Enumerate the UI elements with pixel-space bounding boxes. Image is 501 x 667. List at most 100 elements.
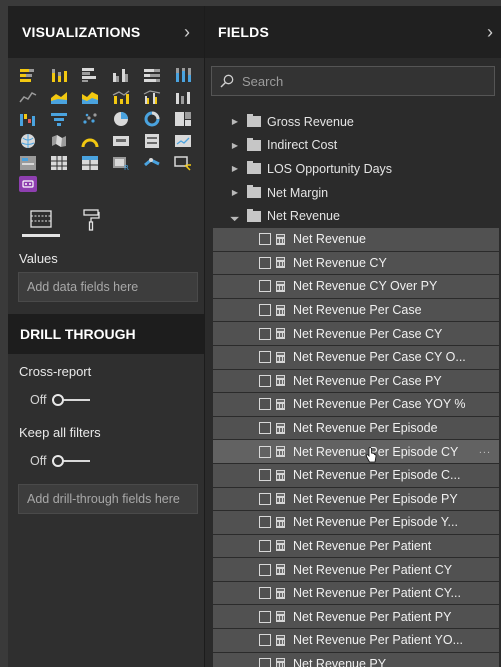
custom-visual-icon[interactable] [173,154,193,171]
expand-caret-icon[interactable]: ▶ [230,117,240,126]
measure-row[interactable]: Net Revenue Per Patient YO... [213,629,499,652]
measure-row[interactable]: Net Revenue CY [213,251,499,275]
measure-row[interactable]: Net Revenue Per Case PY [213,369,499,393]
measure-row[interactable]: Net Revenue Per Patient CY... [213,581,499,605]
measure-row[interactable]: Net Revenue PY [213,652,499,667]
stacked-area-chart-icon[interactable] [80,88,100,105]
fields-well-tab[interactable] [22,203,60,237]
field-checkbox[interactable] [259,516,271,529]
measure-calculator-icon [276,398,285,410]
card-icon[interactable] [111,132,131,149]
field-checkbox[interactable] [259,657,271,667]
ribbon-chart-icon[interactable] [173,88,193,105]
clustered-bar-chart-icon[interactable] [80,66,100,83]
visualizations-pane: VISUALIZATIONS › R Values Add data field… [8,6,204,667]
scatter-chart-icon[interactable] [80,110,100,127]
field-checkbox[interactable] [259,304,271,317]
field-checkbox[interactable] [259,374,271,387]
field-checkbox[interactable] [259,233,271,246]
collapse-caret-icon[interactable]: ◢ [228,209,241,222]
pie-chart-icon[interactable] [111,110,131,127]
kpi-icon[interactable] [173,132,193,149]
donut-chart-icon[interactable] [142,110,162,127]
measure-row[interactable]: Net Revenue Per Episode PY [213,487,499,511]
gauge-icon[interactable] [80,132,100,149]
field-checkbox[interactable] [259,634,271,647]
expand-caret-icon[interactable]: ▶ [230,188,240,197]
table-node[interactable]: ▶ LOS Opportunity Days [205,157,501,181]
field-checkbox[interactable] [259,351,271,364]
table-node[interactable]: ▶ Gross Revenue [205,110,501,134]
field-checkbox[interactable] [259,469,271,482]
field-checkbox[interactable] [259,280,271,293]
area-chart-icon[interactable] [49,88,69,105]
measure-row[interactable]: Net Revenue Per Case CY O... [213,345,499,369]
measure-row[interactable]: Net Revenue Per Patient PY [213,605,499,629]
clustered-column-chart-icon[interactable] [111,66,131,83]
drill-through-drop-zone[interactable]: Add drill-through fields here [18,484,198,514]
svg-text:R: R [124,164,129,171]
measure-row[interactable]: Net Revenue Per Case YOY % [213,393,499,416]
waterfall-chart-icon[interactable] [18,110,38,127]
table-icon [247,137,261,151]
visualizations-header: VISUALIZATIONS › [8,6,204,58]
measure-row-hovered[interactable]: Net Revenue Per Episode CY... [213,440,499,463]
measure-row[interactable]: Net Revenue CY Over PY [213,275,499,298]
field-checkbox[interactable] [259,610,271,623]
line-and-stacked-column-icon[interactable] [111,88,131,105]
multi-row-card-icon[interactable] [142,132,162,149]
measure-row[interactable]: Net Revenue Per Case CY [213,322,499,345]
keep-filters-toggle[interactable] [50,454,98,468]
field-checkbox[interactable] [259,398,271,411]
search-input[interactable]: Search [211,66,495,96]
measure-name: Net Revenue Per Episode [293,421,438,436]
measure-row[interactable]: Net Revenue Per Episode Y... [213,511,499,534]
line-chart-icon[interactable] [18,88,38,105]
arcgis-icon[interactable] [142,154,162,171]
chevron-right-icon[interactable]: › [487,22,493,43]
expand-caret-icon[interactable]: ▶ [230,141,240,150]
table-node-expanded[interactable]: ◢ Net Revenue [205,204,501,228]
table-icon [247,161,261,175]
format-tab[interactable] [72,203,110,237]
measure-row[interactable]: Net Revenue Per Episode C... [213,463,499,487]
r-visual-icon[interactable]: R [111,154,131,171]
measure-row[interactable]: Net Revenue Per Episode [213,416,499,440]
100-stacked-column-chart-icon[interactable] [173,66,193,83]
field-checkbox[interactable] [259,256,271,269]
slicer-icon[interactable] [18,154,38,171]
field-checkbox[interactable] [259,422,271,435]
fields-title: FIELDS [218,24,269,40]
fields-pane: FIELDS › Search ▶ Gross Revenue ▶ Indire… [204,6,501,667]
stacked-bar-chart-icon[interactable] [18,66,38,83]
values-drop-zone[interactable]: Add data fields here [18,272,198,302]
measure-calculator-icon [276,634,285,646]
table-icon[interactable] [49,154,69,171]
map-icon[interactable] [18,132,38,149]
100-stacked-bar-chart-icon[interactable] [142,66,162,83]
treemap-icon[interactable] [173,110,193,127]
table-node[interactable]: ▶ Indirect Cost [205,134,501,158]
hand-cursor-icon [366,447,377,463]
expand-caret-icon[interactable]: ▶ [230,164,240,173]
field-checkbox[interactable] [259,563,271,576]
measure-row[interactable]: Net Revenue [213,227,499,251]
more-options-button[interactable]: ... [479,444,491,456]
field-checkbox[interactable] [259,445,271,458]
measure-row[interactable]: Net Revenue Per Patient CY [213,558,499,581]
chevron-right-icon[interactable]: › [184,22,190,43]
cross-report-toggle[interactable] [50,393,98,407]
matrix-icon[interactable] [80,154,100,171]
funnel-icon[interactable] [49,110,69,127]
filled-map-icon[interactable] [49,132,69,149]
field-checkbox[interactable] [259,492,271,505]
field-checkbox[interactable] [259,327,271,340]
stacked-column-chart-icon[interactable] [49,66,69,83]
line-and-clustered-column-icon[interactable] [142,88,162,105]
field-checkbox[interactable] [259,539,271,552]
measure-row[interactable]: Net Revenue Per Case [213,298,499,322]
custom-purple-visual-icon[interactable] [19,176,37,192]
measure-row[interactable]: Net Revenue Per Patient [213,534,499,558]
table-node[interactable]: ▶ Net Margin [205,181,501,205]
field-checkbox[interactable] [259,587,271,600]
